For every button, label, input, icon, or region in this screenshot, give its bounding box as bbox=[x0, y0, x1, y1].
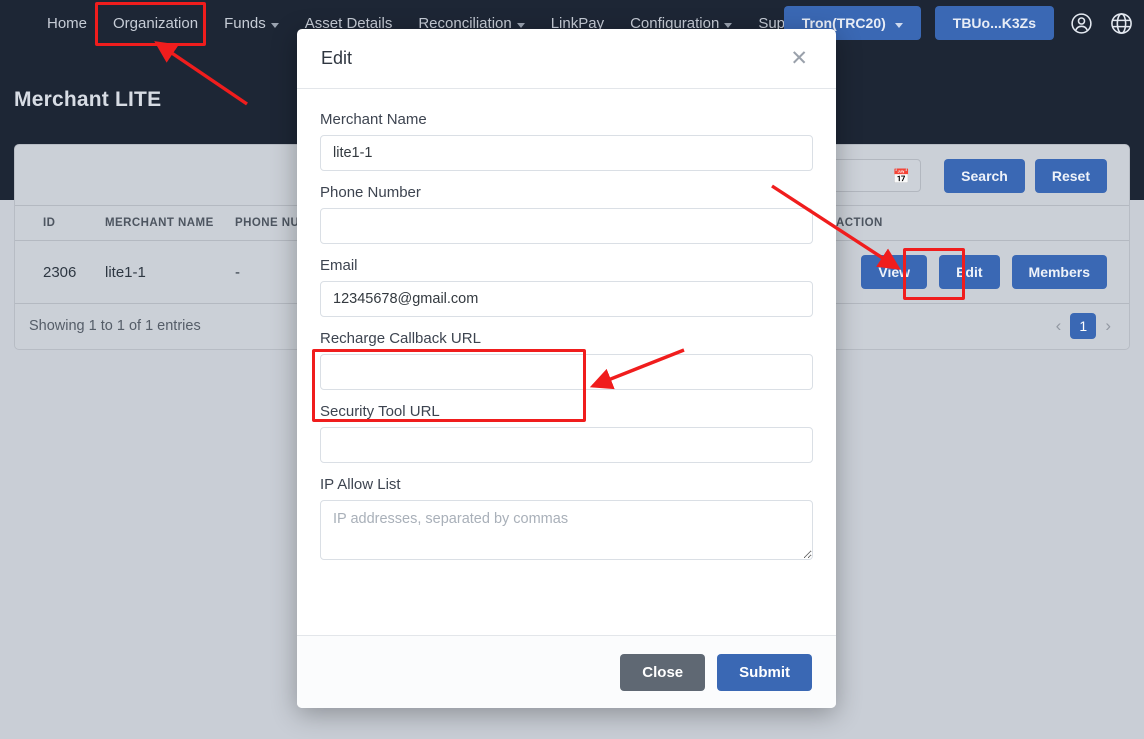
label-security-tool-url: Security Tool URL bbox=[320, 403, 440, 420]
nav-item-home[interactable]: Home bbox=[34, 9, 100, 38]
ip-allow-list-textarea[interactable] bbox=[320, 500, 813, 560]
chevron-down-icon bbox=[516, 22, 525, 28]
pagination-prev[interactable]: ‹ bbox=[1056, 316, 1062, 336]
wallet-address-button[interactable]: TBUo...K3Zs bbox=[934, 6, 1054, 40]
merchant-name-input[interactable] bbox=[320, 135, 813, 171]
label-recharge-callback-url: Recharge Callback URL bbox=[320, 330, 481, 347]
reset-button[interactable]: Reset bbox=[1034, 159, 1107, 193]
nav-item-funds[interactable]: Funds bbox=[211, 9, 292, 38]
col-header-name: MERCHANT NAME bbox=[105, 205, 235, 241]
chevron-down-icon bbox=[724, 22, 733, 28]
pagination-page-1[interactable]: 1 bbox=[1070, 313, 1097, 339]
label-email: Email bbox=[320, 257, 358, 274]
field-security-tool-url: Security Tool URL bbox=[320, 403, 813, 463]
field-email: Email bbox=[320, 257, 813, 317]
pagination: ‹ 1 › bbox=[1056, 313, 1111, 339]
nav-item-funds-label: Funds bbox=[224, 14, 266, 32]
field-merchant-name: Merchant Name bbox=[320, 111, 813, 171]
entries-count: Showing 1 to 1 of 1 entries bbox=[29, 318, 201, 334]
phone-number-input[interactable] bbox=[320, 208, 813, 244]
search-button[interactable]: Search bbox=[944, 159, 1025, 193]
email-input[interactable] bbox=[320, 281, 813, 317]
cell-actions: View Edit Members bbox=[830, 240, 1129, 304]
field-phone-number: Phone Number bbox=[320, 184, 813, 244]
cell-id: 2306 bbox=[15, 240, 105, 304]
chevron-down-icon bbox=[270, 22, 279, 28]
nav-item-home-label: Home bbox=[47, 14, 88, 32]
pagination-next[interactable]: › bbox=[1105, 316, 1111, 336]
edit-merchant-modal: Edit ✕ Merchant Name Phone Number Email … bbox=[297, 29, 836, 708]
view-button[interactable]: View bbox=[861, 255, 928, 289]
security-tool-url-input[interactable] bbox=[320, 427, 813, 463]
recharge-callback-url-input[interactable] bbox=[320, 354, 813, 390]
close-icon[interactable]: ✕ bbox=[786, 44, 812, 73]
row-action-buttons: View Edit Members bbox=[836, 255, 1129, 289]
label-ip-allow-list: IP Allow List bbox=[320, 476, 401, 493]
modal-close-button[interactable]: Close bbox=[620, 653, 706, 691]
wallet-address-label: TBUo...K3Zs bbox=[952, 15, 1036, 31]
col-header-id: ID bbox=[15, 205, 105, 241]
members-button[interactable]: Members bbox=[1011, 255, 1107, 289]
nav-item-organization[interactable]: Organization bbox=[100, 9, 211, 38]
globe-icon[interactable] bbox=[1108, 10, 1134, 36]
app-root: Merchant LITE 📅 Search Reset ID MERCHANT… bbox=[0, 0, 1144, 739]
label-phone-number: Phone Number bbox=[320, 184, 421, 201]
label-merchant-name: Merchant Name bbox=[320, 111, 427, 128]
filter-buttons: Search Reset bbox=[944, 159, 1107, 193]
field-recharge-callback-url: Recharge Callback URL bbox=[320, 330, 813, 390]
cell-name: lite1-1 bbox=[105, 240, 235, 304]
modal-footer: Close Submit bbox=[297, 635, 836, 708]
modal-title: Edit bbox=[321, 48, 353, 68]
edit-button[interactable]: Edit bbox=[939, 255, 1000, 289]
modal-body: Merchant Name Phone Number Email Recharg… bbox=[297, 89, 836, 635]
page-title: Merchant LITE bbox=[14, 88, 162, 111]
field-ip-allow-list: IP Allow List bbox=[320, 476, 813, 565]
nav-item-organization-label: Organization bbox=[113, 14, 199, 32]
modal-header: Edit ✕ bbox=[297, 29, 836, 89]
calendar-icon: 📅 bbox=[892, 167, 910, 184]
nav-right-group: Tron(TRC20) TBUo...K3Zs bbox=[783, 0, 1134, 46]
col-header-action: ACTION bbox=[830, 205, 1129, 241]
user-circle-icon[interactable] bbox=[1068, 10, 1094, 36]
modal-submit-button[interactable]: Submit bbox=[717, 653, 812, 691]
chevron-down-icon bbox=[894, 22, 903, 28]
